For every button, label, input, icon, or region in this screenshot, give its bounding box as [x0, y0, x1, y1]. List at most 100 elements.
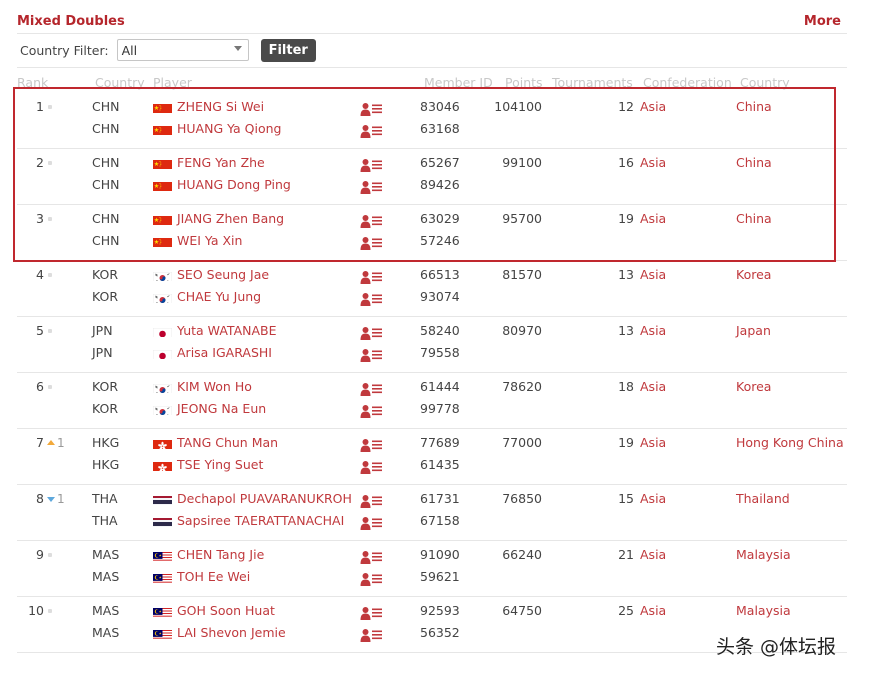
player-profile-icon[interactable] [360, 437, 384, 452]
confederation-link[interactable]: Asia [640, 380, 666, 394]
filter-button[interactable]: Filter [260, 38, 316, 62]
confederation-link[interactable]: Asia [640, 604, 666, 618]
player-name-link[interactable]: Arisa IGARASHI [177, 346, 272, 360]
row-divider [17, 316, 847, 317]
member-id: 79558 [420, 345, 460, 360]
watermark: 头条 @体坛报 [716, 636, 837, 658]
player-profile-icon[interactable] [360, 403, 384, 418]
player-profile-icon[interactable] [360, 347, 384, 362]
korea-flag-icon [153, 269, 172, 281]
player-profile-icon[interactable] [360, 549, 384, 564]
row-divider [17, 372, 847, 373]
country-link[interactable]: Thailand [736, 492, 790, 506]
divider [17, 67, 847, 68]
member-id: 59621 [420, 569, 460, 584]
player-profile-icon[interactable] [360, 291, 384, 306]
confederation-link[interactable]: Asia [640, 436, 666, 450]
tournaments: 13 [618, 267, 634, 282]
thailand-flag-icon [153, 515, 172, 527]
player-country-code: MAS [92, 569, 120, 584]
player-name-link[interactable]: KIM Won Ho [177, 380, 252, 394]
player-profile-icon[interactable] [360, 571, 384, 586]
chevron-down-icon [233, 46, 242, 51]
player-name-link[interactable]: TOH Ee Wei [177, 570, 250, 584]
country-link[interactable]: Malaysia [736, 548, 791, 562]
member-id: 91090 [420, 547, 460, 562]
player-profile-icon[interactable] [360, 515, 384, 530]
points: 76850 [502, 491, 542, 506]
player-name-link[interactable]: TSE Ying Suet [177, 458, 263, 472]
player-name-link[interactable]: GOH Soon Huat [177, 604, 275, 618]
country-link[interactable]: Japan [736, 324, 771, 338]
player-name-link[interactable]: TANG Chun Man [177, 436, 278, 450]
points: 66240 [502, 547, 542, 562]
player-name-link[interactable]: LAI Shevon Jemie [177, 626, 286, 640]
player-name-link[interactable]: Yuta WATANABE [177, 324, 277, 338]
country-link[interactable]: Korea [736, 380, 771, 394]
country-link[interactable]: Hong Kong China [736, 436, 844, 450]
tournaments: 18 [618, 379, 634, 394]
player-country-code: KOR [92, 401, 119, 416]
rank-unchanged-icon [48, 385, 52, 389]
player-profile-icon[interactable] [360, 381, 384, 396]
member-id: 77689 [420, 435, 460, 450]
player-profile-icon[interactable] [360, 459, 384, 474]
player-name-link[interactable]: CHEN Tang Jie [177, 548, 264, 562]
confederation-link[interactable]: Asia [640, 548, 666, 562]
player-country-code: JPN [92, 323, 113, 338]
player-country-code: KOR [92, 267, 119, 282]
rank-up-icon [47, 440, 55, 445]
player-name-link[interactable]: CHAE Yu Jung [177, 290, 261, 304]
player-country-code: THA [92, 513, 118, 528]
rank-number: 5 [36, 323, 44, 338]
points: 80970 [502, 323, 542, 338]
confederation-link[interactable]: Asia [640, 492, 666, 506]
points: 78620 [502, 379, 542, 394]
tournaments: 21 [618, 547, 634, 562]
member-id: 56352 [420, 625, 460, 640]
thailand-flag-icon [153, 493, 172, 505]
rank-unchanged-icon [48, 553, 52, 557]
malaysia-flag-icon [153, 571, 172, 583]
player-profile-icon[interactable] [360, 325, 384, 340]
japan-flag-icon [153, 325, 172, 337]
rank-unchanged-icon [48, 273, 52, 277]
tournaments: 13 [618, 323, 634, 338]
rank-number: 8 [36, 491, 44, 506]
points: 77000 [502, 435, 542, 450]
member-id: 61731 [420, 491, 460, 506]
player-country-code: MAS [92, 547, 120, 562]
rank-change-number: 1 [57, 492, 65, 506]
player-profile-icon[interactable] [360, 627, 384, 642]
rank-unchanged-icon [48, 609, 52, 613]
section-title: Mixed Doubles [17, 14, 125, 29]
section-header: Mixed Doubles More [17, 13, 841, 33]
player-name-link[interactable]: SEO Seung Jae [177, 268, 269, 282]
player-profile-icon[interactable] [360, 605, 384, 620]
confederation-link[interactable]: Asia [640, 268, 666, 282]
more-link[interactable]: More [804, 14, 841, 29]
player-country-code: HKG [92, 435, 120, 450]
player-profile-icon[interactable] [360, 493, 384, 508]
player-country-code: JPN [92, 345, 113, 360]
country-link[interactable]: Malaysia [736, 604, 791, 618]
member-id: 93074 [420, 289, 460, 304]
member-id: 61435 [420, 457, 460, 472]
country-filter-select[interactable]: All [116, 39, 249, 61]
rank-number: 6 [36, 379, 44, 394]
korea-flag-icon [153, 381, 172, 393]
row-divider [17, 596, 847, 597]
confederation-link[interactable]: Asia [640, 324, 666, 338]
player-name-link[interactable]: Sapsiree TAERATTANACHAI [177, 514, 344, 528]
player-profile-icon[interactable] [360, 269, 384, 284]
hongkong-flag-icon [153, 459, 172, 471]
player-name-link[interactable]: JEONG Na Eun [177, 402, 266, 416]
malaysia-flag-icon [153, 549, 172, 561]
player-name-link[interactable]: Dechapol PUAVARANUKROH [177, 492, 352, 506]
top-three-highlight-box [13, 87, 836, 262]
member-id: 99778 [420, 401, 460, 416]
tournaments: 15 [618, 491, 634, 506]
player-country-code: HKG [92, 457, 120, 472]
tournaments: 19 [618, 435, 634, 450]
country-link[interactable]: Korea [736, 268, 771, 282]
